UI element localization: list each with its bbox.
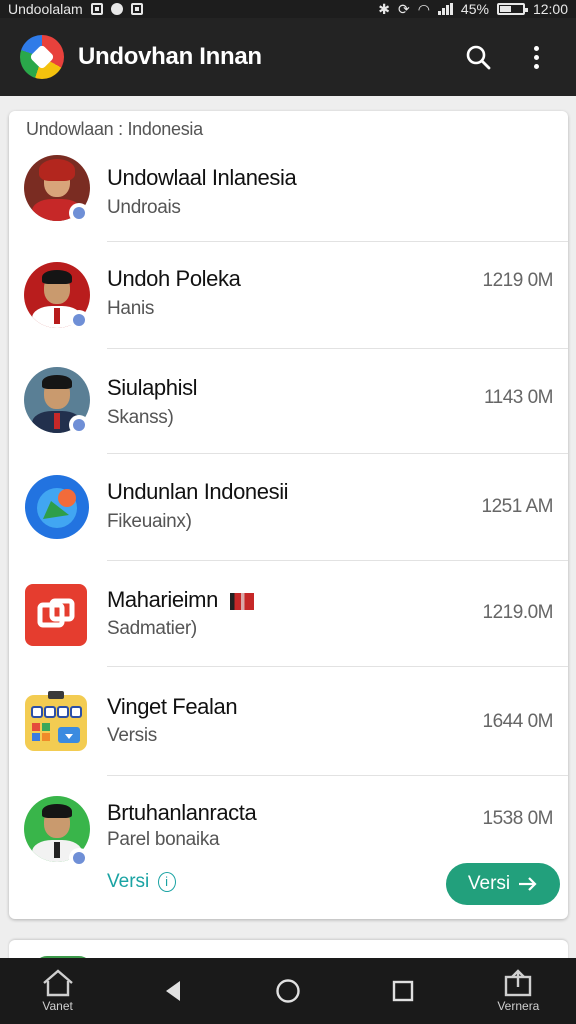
item-size: 1251 AM — [481, 496, 554, 517]
sync-icon: ⟳ — [397, 0, 410, 17]
app-bar: Undovhan Innan — [0, 18, 576, 96]
widget-grid-app-icon — [25, 691, 87, 751]
nav-home-label: Vanet — [42, 999, 73, 1013]
home-circle-icon — [276, 979, 300, 1003]
bottom-navigation: Vanet Vernera — [0, 958, 576, 1024]
list-item[interactable]: Undowlaal Inlanesia Undroais — [9, 141, 568, 242]
item-title: Undowlaal Inlanesia — [107, 165, 297, 190]
verified-badge-icon — [69, 310, 89, 330]
app-logo-icon — [20, 35, 64, 79]
nav-recents[interactable] — [363, 980, 443, 1002]
nav-right-label: Vernera — [497, 999, 540, 1013]
list-item[interactable]: Undoh Poleka Hanis 1219 0M — [9, 242, 568, 349]
item-size: 1644 0M — [482, 711, 554, 732]
battery-icon — [496, 3, 528, 15]
back-icon — [165, 981, 180, 1001]
battery-percent: 45% — [460, 1, 489, 17]
list-item[interactable]: Siulaphisl Skanss) 1143 0M — [9, 349, 568, 454]
item-size: 1219.0M — [482, 602, 554, 623]
versi-link-label: Versi — [107, 871, 150, 892]
item-title: Undoh Poleka — [107, 266, 241, 291]
chat-app-icon — [25, 475, 89, 539]
item-title: Vinget Fealan — [107, 694, 238, 719]
item-subtitle: Fikeuainx) — [107, 511, 192, 532]
status-right: ✱ ⟳ ◠ 45% 12:00 — [378, 1, 568, 18]
item-subtitle: Versis — [107, 725, 157, 746]
versi-button-label: Versi — [467, 873, 511, 894]
item-subtitle: Sadmatier) — [107, 618, 197, 639]
recents-icon — [392, 980, 414, 1002]
verified-badge-icon — [69, 848, 89, 868]
card-header: Undowlaan : Indonesia — [26, 119, 203, 139]
flag-icon — [229, 592, 254, 610]
item-title: Maharieimn — [107, 587, 254, 613]
notification-icon — [90, 3, 103, 15]
app-title: Undovhan Innan — [78, 43, 262, 70]
home-icon — [42, 969, 73, 997]
notification-icon — [130, 3, 143, 15]
search-icon — [466, 45, 491, 70]
share-icon — [505, 969, 532, 997]
status-bar: Undoolalam ✱ ⟳ ◠ 45% 12:00 — [0, 0, 576, 18]
item-title-text: Maharieimn — [107, 587, 218, 612]
verified-badge-icon — [69, 415, 89, 435]
status-left-text: Undoolalam — [8, 1, 83, 17]
item-title: Siulaphisl — [107, 375, 198, 400]
arrow-right-icon — [519, 877, 537, 891]
more-options-button[interactable] — [516, 37, 556, 77]
nav-home[interactable]: Vanet — [18, 969, 98, 1013]
red-square-app-icon — [25, 584, 87, 646]
nav-back[interactable] — [133, 979, 213, 1003]
nav-share[interactable]: Vernera — [478, 969, 558, 1013]
list-item[interactable]: Maharieimn Sadmatier) 1219.0M — [9, 561, 568, 667]
info-icon: i — [157, 871, 176, 892]
download-list-card: Undowlaan : Indonesia Undowlaal Inlanesi… — [9, 111, 568, 919]
search-button[interactable] — [458, 37, 498, 77]
list-item[interactable]: Vinget Fealan Versis 1644 0M — [9, 667, 568, 776]
nav-home-circle[interactable] — [248, 978, 328, 1004]
item-size: 1219 0M — [482, 270, 554, 291]
item-subtitle: Parel bonaika — [107, 829, 220, 850]
more-vert-icon — [533, 45, 539, 69]
wifi-icon: ◠ — [417, 0, 430, 17]
signal-icon — [437, 3, 453, 15]
item-title: Brtuhanlanracta — [107, 800, 257, 825]
item-title: Undunlan Indonesii — [107, 479, 289, 504]
item-size: 1143 0M — [483, 387, 554, 408]
status-time: 12:00 — [532, 1, 568, 17]
versi-button[interactable]: Versi — [446, 863, 560, 905]
status-left: Undoolalam — [8, 1, 143, 17]
bluetooth-icon: ✱ — [378, 0, 390, 17]
verified-badge-icon — [69, 203, 89, 223]
item-subtitle: Undroais — [107, 197, 181, 218]
item-size: 1538 0M — [482, 808, 554, 829]
location-icon — [110, 3, 123, 15]
list-item[interactable]: Undunlan Indonesii Fikeuainx) 1251 AM — [9, 454, 568, 561]
item-subtitle: Skanss) — [107, 407, 174, 428]
item-subtitle: Hanis — [107, 298, 155, 319]
versi-info-link[interactable]: Versi i — [107, 871, 176, 893]
